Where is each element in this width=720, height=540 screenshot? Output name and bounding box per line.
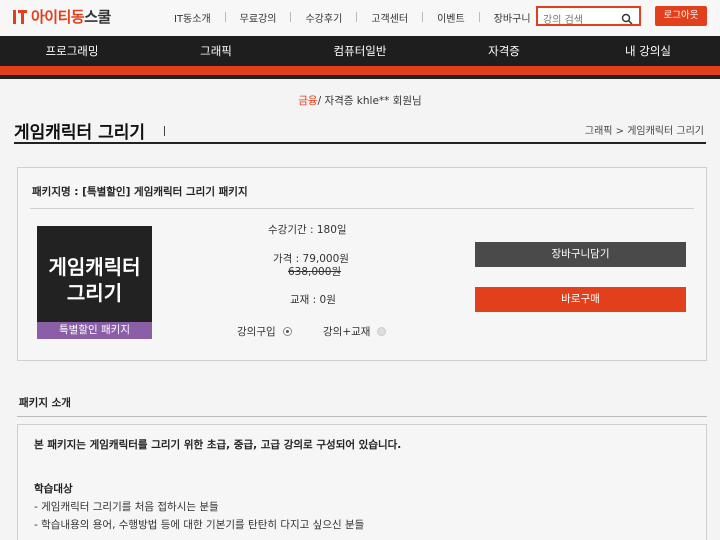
greeting-highlight: 금융 [298, 95, 318, 107]
package-box: 패키지명 : [특별할인] 게임캐릭터 그리기 패키지 게임캐릭터 그리기 특별… [17, 167, 707, 361]
add-to-cart-button[interactable]: 장바구니담기 [475, 242, 686, 267]
top-links: IT동소개 무료강의 수강후기 고객센터 이벤트 장바구니 [160, 10, 545, 25]
target-item: - 학습내용의 용어, 수행방법 등에 대한 기본기를 탄탄히 다지고 싶으신 … [34, 519, 365, 531]
nav-my-classroom[interactable]: 내 강의실 [576, 36, 720, 66]
nav-computer-basics[interactable]: 컴퓨터일반 [288, 36, 432, 66]
divider [30, 208, 694, 209]
option-lecture-book[interactable]: 강의+교재 [323, 324, 387, 339]
top-link-reviews[interactable]: 수강후기 [291, 10, 356, 25]
page-title: 게임캐릭터 그리기 [14, 123, 146, 143]
logo-text-primary: 아이티동 [31, 8, 85, 26]
buy-now-button[interactable]: 바로구매 [475, 287, 686, 312]
thumbnail-title-line1: 게임캐릭터 [48, 255, 141, 279]
original-price: 638,000원 [288, 266, 342, 278]
search-icon[interactable] [621, 10, 633, 29]
option-lecture-radio[interactable] [282, 327, 292, 336]
nav-graphics[interactable]: 그래픽 [144, 36, 288, 66]
member-greeting: 금융/ 자격증 khle** 회원님 [0, 93, 720, 108]
title-rule [14, 142, 706, 144]
breadcrumb: 그래픽 > 게임캐릭터 그리기 [584, 126, 704, 137]
option-lecture-book-radio[interactable] [377, 327, 387, 336]
top-bar: 아이티동스쿨 IT동소개 무료강의 수강후기 고객센터 이벤트 장바구니 로그아… [0, 0, 720, 36]
logo-text-secondary: 스쿨 [84, 8, 111, 26]
option-lecture-label: 강의구입 [237, 326, 276, 338]
option-lecture[interactable]: 강의구입 [237, 324, 292, 339]
main-nav: 프로그래밍 그래픽 컴퓨터일반 자격증 내 강의실 [0, 36, 720, 66]
search-box [536, 6, 641, 29]
package-name: 패키지명 : [특별할인] 게임캐릭터 그리기 패키지 [32, 186, 248, 198]
option-lecture-book-label: 강의+교재 [323, 326, 371, 338]
textbook-price: 교재 : 0원 [290, 294, 336, 306]
top-link-cart[interactable]: 장바구니 [480, 10, 545, 25]
top-link-free-lectures[interactable]: 무료강의 [226, 10, 291, 25]
thumbnail-title-line2: 그리기 [66, 281, 123, 305]
intro-section-label: 패키지 소개 [19, 397, 71, 409]
divider [17, 416, 707, 417]
course-period: 수강기간 : 180일 [268, 224, 347, 236]
top-link-events[interactable]: 이벤트 [423, 10, 479, 25]
site-logo[interactable]: 아이티동스쿨 [12, 6, 111, 27]
intro-box: 본 패키지는 게임캐릭터를 그리기 위한 초급, 중급, 고급 강의로 구성되어… [17, 424, 707, 540]
thumbnail-badge: 특별할인 패키지 [37, 322, 152, 339]
logout-button[interactable]: 로그아웃 [655, 6, 707, 26]
nav-certificates[interactable]: 자격증 [432, 36, 576, 66]
search-input[interactable] [538, 12, 618, 29]
top-link-support[interactable]: 고객센터 [357, 10, 422, 25]
top-link-about[interactable]: IT동소개 [160, 10, 225, 25]
target-item: - 게임캐릭터 그리기를 처음 접하시는 분들 [34, 501, 219, 513]
greeting-text: / 자격증 khle** 회원님 [317, 95, 422, 107]
nav-programming[interactable]: 프로그래밍 [0, 36, 144, 66]
target-title: 학습대상 [34, 483, 73, 495]
intro-lead: 본 패키지는 게임캐릭터를 그리기 위한 초급, 중급, 고급 강의로 구성되어… [34, 439, 402, 451]
nav-bottom-bar [0, 75, 720, 79]
package-thumbnail: 게임캐릭터 그리기 특별할인 패키지 [37, 226, 152, 339]
nav-accent-bar [0, 66, 720, 75]
logo-icon [12, 8, 28, 26]
title-divider [164, 126, 165, 136]
